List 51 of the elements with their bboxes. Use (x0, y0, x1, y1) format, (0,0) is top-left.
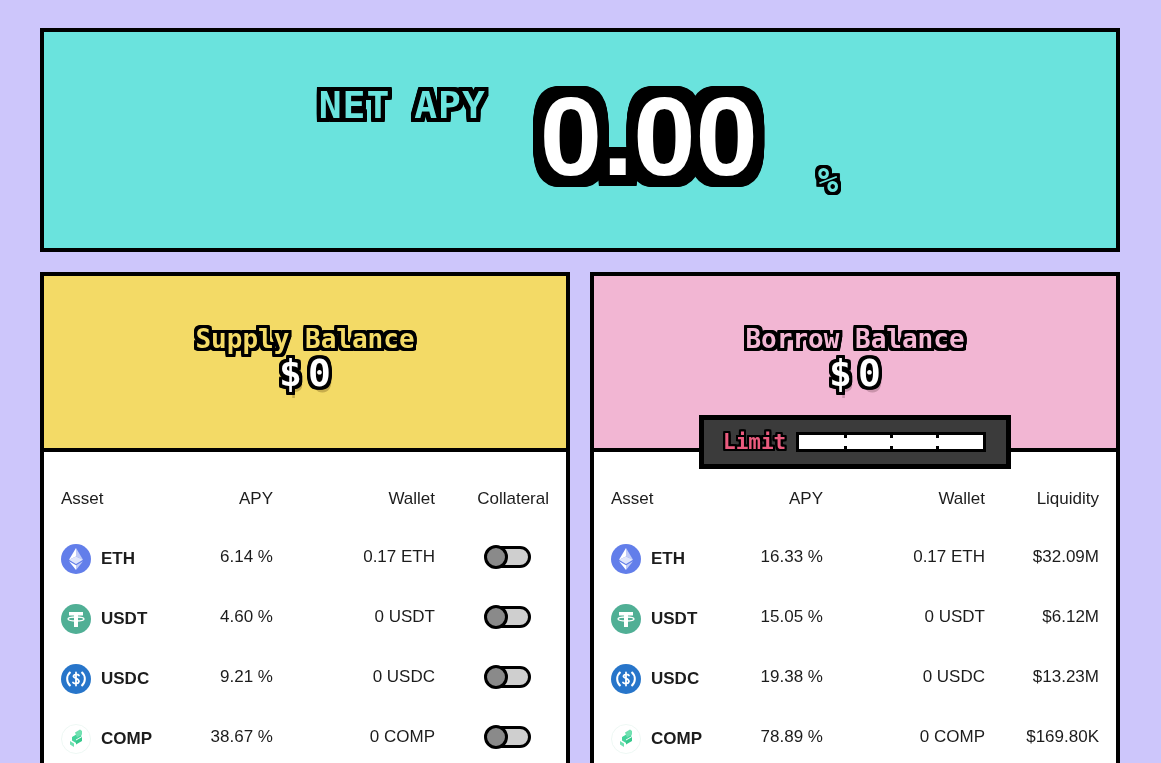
dollar-coin-icon (61, 664, 91, 694)
asset-name: ETH (651, 549, 685, 569)
wallet-value: 0.17 ETH (363, 547, 435, 567)
apy-value: 9.21 % (220, 667, 273, 687)
column-header: Wallet (388, 489, 435, 509)
asset-name: ETH (101, 549, 135, 569)
wallet-value: 0 USDC (922, 667, 985, 687)
column-header: APY (238, 489, 273, 509)
column-header: Collateral (477, 489, 549, 509)
apy-value: 19.38 % (760, 667, 823, 687)
liquidity-value: $6.12M (1042, 607, 1099, 627)
asset-name: USDC (651, 669, 700, 689)
limit-label: Limit (722, 429, 788, 455)
column-header: Asset (61, 489, 104, 509)
apy-value: 4.60 % (220, 607, 273, 627)
apy-value: 78.89 % (760, 727, 823, 747)
column-header: Wallet (938, 489, 985, 509)
stacked-blocks-icon (611, 724, 641, 754)
asset-name: COMP (651, 729, 702, 749)
apy-value: 16.33 % (760, 547, 823, 567)
collateral-toggle[interactable] (485, 606, 531, 628)
letter-t-coin-icon (61, 604, 91, 634)
asset-name: USDC (101, 669, 150, 689)
wallet-value: 0 USDT (374, 607, 435, 627)
collateral-toggle[interactable] (485, 726, 531, 748)
apy-value: 38.67 % (210, 727, 273, 747)
diamond-coin-icon (611, 544, 641, 574)
asset-name: COMP (101, 729, 152, 749)
asset-name: USDT (101, 609, 148, 629)
collateral-toggle[interactable] (485, 546, 531, 568)
column-header: Liquidity (1036, 489, 1099, 509)
asset-name: USDT (651, 609, 698, 629)
diamond-coin-icon (61, 544, 91, 574)
liquidity-value: $32.09M (1032, 547, 1099, 567)
dollar-coin-icon (611, 664, 641, 694)
wallet-value: 0 USDT (924, 607, 985, 627)
stacked-blocks-icon (61, 724, 91, 754)
column-header: Asset (611, 489, 654, 509)
collateral-toggle[interactable] (485, 666, 531, 688)
net-apy-label: NET APY (314, 82, 490, 128)
liquidity-value: $13.23M (1032, 667, 1099, 687)
column-header: APY (788, 489, 823, 509)
letter-t-coin-icon (611, 604, 641, 634)
liquidity-value: $169.80K (1026, 727, 1099, 747)
apy-value: 6.14 % (220, 547, 273, 567)
wallet-value: 0 COMP (919, 727, 985, 747)
wallet-value: 0 COMP (369, 727, 435, 747)
wallet-value: 0.17 ETH (913, 547, 985, 567)
percent-unit: % (814, 160, 842, 200)
apy-value: 15.05 % (760, 607, 823, 627)
wallet-value: 0 USDC (372, 667, 435, 687)
